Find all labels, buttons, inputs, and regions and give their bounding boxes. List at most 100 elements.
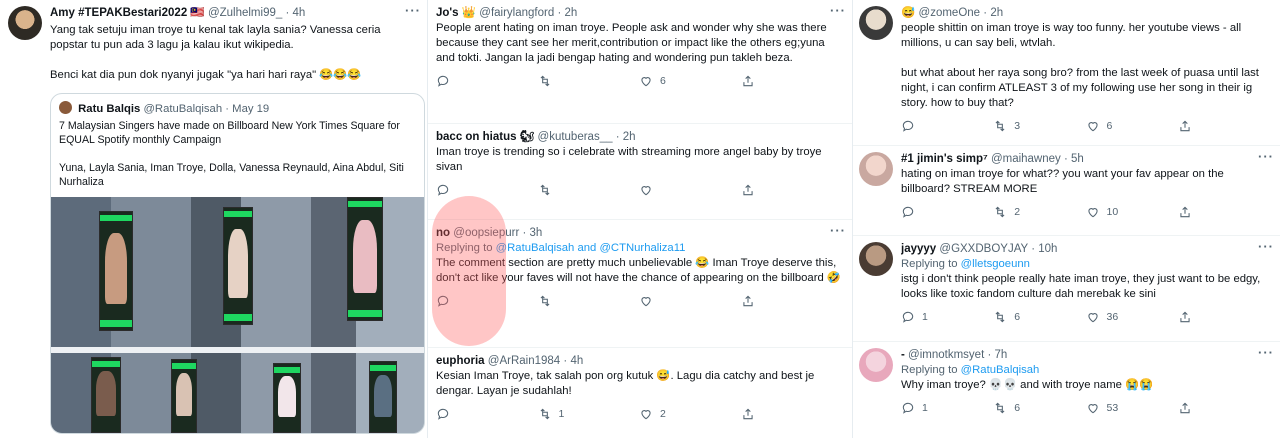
avatar[interactable]	[859, 242, 893, 276]
replying-to-handles[interactable]: @RatuBalqisah and @CTNurhaliza11	[496, 242, 686, 254]
like-button[interactable]: 2	[639, 407, 741, 421]
timestamp[interactable]: 5h	[1071, 153, 1084, 165]
retweet-button[interactable]	[538, 183, 640, 197]
tweet[interactable]: euphoria @ArRain1984 · 4h Kesian Iman Tr…	[428, 348, 852, 438]
like-button[interactable]: 10	[1086, 205, 1178, 219]
retweet-count: 6	[1014, 402, 1021, 414]
more-icon[interactable]: ···	[405, 3, 421, 18]
retweet-count: 2	[1014, 206, 1021, 218]
reply-button[interactable]: 1	[901, 310, 993, 324]
retweet-button[interactable]: 6	[993, 310, 1085, 324]
user-handle[interactable]: @ArRain1984	[488, 355, 560, 367]
quoted-tweet[interactable]: Ratu Balqis @RatuBalqisah · May 19 7 Mal…	[50, 93, 425, 434]
like-button[interactable]	[639, 294, 741, 308]
display-name[interactable]: Amy #TEPAKBestari2022 🇲🇾	[50, 7, 205, 19]
billboard-photo[interactable]	[51, 197, 424, 433]
display-name[interactable]: euphoria	[436, 355, 485, 367]
user-handle[interactable]: @GXXDBOYJAY	[939, 243, 1028, 255]
user-handle[interactable]: @fairylangford	[479, 7, 554, 19]
user-handle[interactable]: @imnotkmsyet	[908, 349, 984, 361]
retweet-button[interactable]	[538, 294, 640, 308]
share-button[interactable]	[1178, 205, 1270, 219]
tweet-header: Jo's 👑 @fairylangford · 2h	[436, 6, 842, 21]
timestamp[interactable]: 4h	[293, 7, 306, 19]
reply-count: 1	[922, 402, 928, 414]
replying-to-handles[interactable]: @lletsgoeunn	[961, 258, 1030, 270]
user-handle[interactable]: @maihawney	[991, 153, 1061, 165]
more-icon[interactable]: ···	[830, 3, 846, 18]
display-name[interactable]: -	[901, 349, 905, 361]
display-name[interactable]: #1 jimin's simp⁷	[901, 153, 988, 165]
share-button[interactable]	[1178, 119, 1270, 133]
share-button[interactable]	[741, 74, 843, 88]
display-name[interactable]: bacc on hiatus 🐿	[436, 131, 534, 143]
reply-button[interactable]: 1	[901, 401, 993, 415]
timeline-column-3: 😅 @zomeOne · 2h people shittin on iman t…	[853, 0, 1280, 438]
tweet-text: istg i don't think people really hate im…	[901, 273, 1261, 300]
share-icon	[742, 408, 753, 420]
reply-button[interactable]	[436, 183, 538, 197]
display-name[interactable]: Jo's 👑	[436, 7, 476, 19]
display-name[interactable]: 😅	[901, 7, 915, 19]
tweet-actions: 1 6 53	[901, 399, 1270, 417]
user-handle: @RatuBalqisah	[143, 103, 223, 115]
share-button[interactable]	[741, 294, 843, 308]
retweet-button[interactable]: 1	[538, 407, 640, 421]
tweet-text: People arent hating on iman troye. Peopl…	[436, 22, 827, 64]
tweet[interactable]: - @imnotkmsyet · 7h ··· Replying to @Rat…	[853, 342, 1280, 438]
tweet[interactable]: 😅 @zomeOne · 2h people shittin on iman t…	[853, 0, 1280, 146]
more-icon[interactable]: ···	[1258, 345, 1274, 360]
timestamp[interactable]: 4h	[570, 355, 583, 367]
separator: ·	[522, 227, 527, 239]
timestamp[interactable]: 2h	[565, 7, 578, 19]
reply-count: 1	[922, 311, 928, 323]
more-icon[interactable]: ···	[830, 223, 846, 238]
retweet-button[interactable]: 3	[993, 119, 1085, 133]
avatar[interactable]	[859, 6, 893, 40]
tweet-text: people shittin on iman troye is way too …	[901, 22, 1259, 109]
retweet-button[interactable]: 2	[993, 205, 1085, 219]
tweet[interactable]: Jo's 👑 @fairylangford · 2h ··· People ar…	[428, 0, 852, 124]
tweet-header: euphoria @ArRain1984 · 4h	[436, 354, 842, 369]
user-handle[interactable]: @zomeOne	[919, 7, 981, 19]
reply-button[interactable]	[901, 119, 993, 133]
display-name[interactable]: jayyyy	[901, 243, 936, 255]
billboard-screen	[369, 361, 397, 433]
like-button[interactable]: 36	[1086, 310, 1178, 324]
tweet[interactable]: #1 jimin's simp⁷ @maihawney · 5h ··· hat…	[853, 146, 1280, 236]
retweet-button[interactable]	[538, 74, 640, 88]
share-button[interactable]	[741, 407, 843, 421]
like-button[interactable]	[639, 183, 741, 197]
avatar[interactable]	[859, 152, 893, 186]
share-button[interactable]	[1178, 310, 1270, 324]
avatar[interactable]	[8, 6, 42, 40]
replying-to: Replying to @lletsgoeunn	[901, 257, 1270, 272]
reply-icon	[902, 120, 914, 132]
like-button[interactable]: 6	[639, 74, 741, 88]
reply-button[interactable]	[436, 407, 538, 421]
reply-button[interactable]	[436, 74, 538, 88]
like-button[interactable]: 6	[1086, 119, 1178, 133]
user-handle[interactable]: @Zulhelmi99_	[208, 7, 282, 19]
more-icon[interactable]: ···	[1258, 239, 1274, 254]
timestamp[interactable]: 3h	[530, 227, 543, 239]
replying-to-handles[interactable]: @RatuBalqisah	[961, 364, 1040, 376]
share-icon	[1180, 206, 1190, 218]
reply-button[interactable]	[901, 205, 993, 219]
share-button[interactable]	[1178, 401, 1270, 415]
more-icon[interactable]: ···	[1258, 149, 1274, 164]
like-icon	[641, 297, 651, 307]
like-button[interactable]: 53	[1086, 401, 1178, 415]
tweet[interactable]: Amy #TEPAKBestari2022 🇲🇾 @Zulhelmi99_ · …	[0, 0, 427, 438]
tweet-header: jayyyy @GXXDBOYJAY · 10h	[901, 242, 1270, 257]
retweet-button[interactable]: 6	[993, 401, 1085, 415]
timestamp[interactable]: 2h	[990, 7, 1003, 19]
tweet[interactable]: jayyyy @GXXDBOYJAY · 10h ··· Replying to…	[853, 236, 1280, 342]
user-handle[interactable]: @kutuberas__	[538, 131, 613, 143]
share-button[interactable]	[741, 183, 843, 197]
timestamp[interactable]: 2h	[623, 131, 636, 143]
timestamp[interactable]: 7h	[995, 349, 1008, 361]
avatar[interactable]	[859, 348, 893, 382]
retweet-count: 3	[1014, 120, 1021, 132]
timestamp[interactable]: 10h	[1038, 243, 1057, 255]
